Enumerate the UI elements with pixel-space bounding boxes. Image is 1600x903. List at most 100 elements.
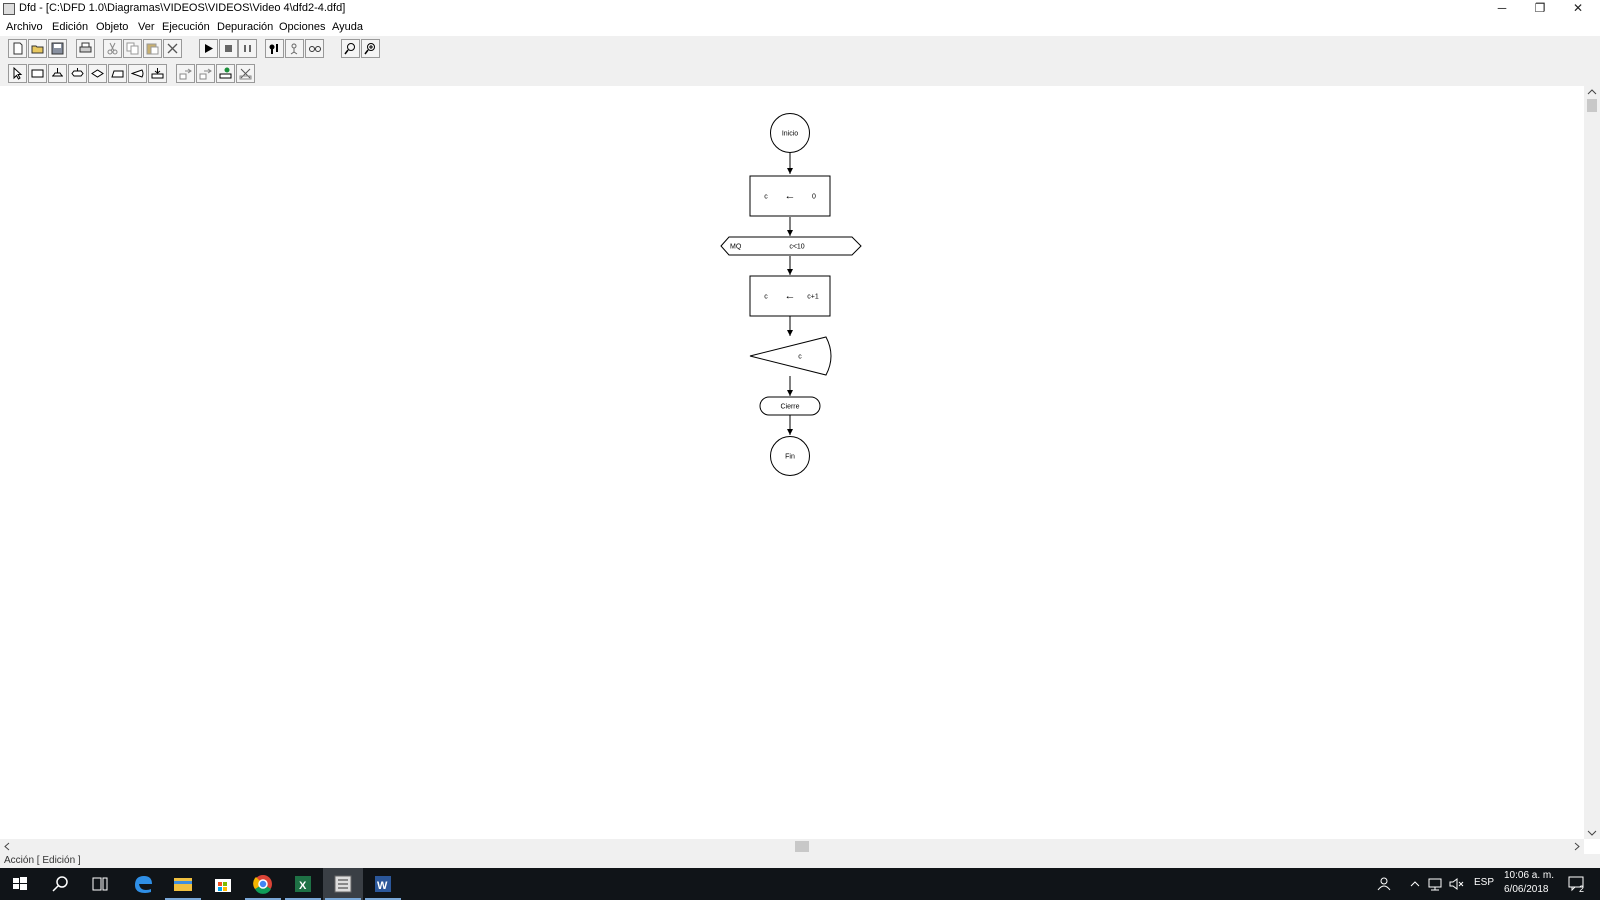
assign1-value: 0 <box>812 194 816 201</box>
menu-edicion[interactable]: Edición <box>52 21 88 33</box>
print-icon[interactable] <box>76 39 95 58</box>
remove-subroutine-icon[interactable] <box>236 64 255 83</box>
menu-bar: Archivo Edición Objeto Ver Ejecución Dep… <box>0 18 1600 36</box>
task-view-icon[interactable] <box>80 868 120 900</box>
horizontal-scroll-thumb[interactable] <box>795 841 809 852</box>
while-keyword: MQ <box>730 244 742 251</box>
scroll-down-icon[interactable] <box>1587 830 1597 836</box>
output-node[interactable]: c <box>749 336 832 376</box>
start-icon[interactable] <box>0 868 40 900</box>
vertical-scrollbar[interactable] <box>1584 86 1600 839</box>
while-node[interactable]: MQ c<10 <box>720 236 862 256</box>
arrow-head <box>787 429 793 435</box>
arrow-head <box>787 230 793 236</box>
select-pointer-icon[interactable] <box>8 64 27 83</box>
taskbar: X W ESP 10:06 a. m. 6/06/2018 2 <box>0 868 1600 900</box>
arrow-head <box>787 168 793 174</box>
menu-ejecucion[interactable]: Ejecución <box>162 21 210 33</box>
arrow-head <box>787 330 793 336</box>
save-icon[interactable] <box>48 39 67 58</box>
title-bar: Dfd - [C:\DFD 1.0\Diagramas\VIDEOS\VIDEO… <box>0 0 1600 18</box>
word-icon[interactable]: W <box>363 868 403 900</box>
menu-ver[interactable]: Ver <box>138 21 155 33</box>
arrow-head <box>787 269 793 275</box>
param-in-icon[interactable] <box>176 64 195 83</box>
start-label: Inicio <box>782 131 798 138</box>
flowchart: Inicio c ← 0 MQ c<10 c ← c+1 c Cierre Fi… <box>720 113 862 476</box>
param-out-icon[interactable] <box>196 64 215 83</box>
restore-button[interactable]: ❐ <box>1522 0 1558 18</box>
assignment-node-1[interactable]: c ← 0 <box>749 175 831 217</box>
subroutine-shape-icon[interactable] <box>148 64 167 83</box>
call-subroutine-icon[interactable] <box>216 64 235 83</box>
end-label: Fin <box>785 454 795 461</box>
write-shape-icon[interactable] <box>128 64 147 83</box>
new-file-icon[interactable] <box>8 39 27 58</box>
language-indicator[interactable]: ESP <box>1474 877 1494 888</box>
assign2-value: c+1 <box>807 294 819 301</box>
assignment-shape-icon[interactable] <box>28 64 47 83</box>
menu-ayuda[interactable]: Ayuda <box>332 21 363 33</box>
dfd-icon[interactable] <box>323 868 363 900</box>
assign2-arrow: ← <box>785 290 796 302</box>
file-explorer-icon[interactable] <box>163 868 203 900</box>
while-condition: c<10 <box>789 244 804 251</box>
cycle-shape-icon[interactable] <box>48 64 67 83</box>
delete-icon[interactable] <box>163 39 182 58</box>
svg-text:W: W <box>377 880 388 892</box>
step-debug-icon[interactable] <box>265 39 284 58</box>
menu-opciones[interactable]: Opciones <box>279 21 325 33</box>
search-icon[interactable] <box>40 868 80 900</box>
notification-count: 2 <box>1579 884 1585 894</box>
clock-time[interactable]: 10:06 a. m. <box>1504 870 1554 881</box>
scroll-up-icon[interactable] <box>1587 89 1597 95</box>
step-into-icon[interactable] <box>285 39 304 58</box>
close-button[interactable]: ✕ <box>1560 0 1596 18</box>
menu-archivo[interactable]: Archivo <box>6 21 43 33</box>
zoom-out-icon[interactable] <box>341 39 360 58</box>
minimize-button[interactable]: ─ <box>1484 0 1520 18</box>
main-toolbar <box>0 36 1600 62</box>
start-node[interactable]: Inicio <box>770 113 810 153</box>
edge-icon[interactable] <box>123 868 163 900</box>
scroll-left-icon[interactable] <box>4 842 10 851</box>
status-bar: Acción [ Edición ] <box>0 854 1600 868</box>
assignment-node-2[interactable]: c ← c+1 <box>749 275 831 317</box>
assign1-arrow: ← <box>785 190 796 202</box>
cut-icon[interactable] <box>103 39 122 58</box>
stop-icon[interactable] <box>219 39 238 58</box>
close-node[interactable]: Cierre <box>759 396 821 416</box>
pause-icon[interactable] <box>238 39 257 58</box>
run-icon[interactable] <box>199 39 218 58</box>
app-icon <box>3 3 15 15</box>
volume-muted-icon[interactable] <box>1448 877 1464 891</box>
while-shape-icon[interactable] <box>68 64 87 83</box>
open-folder-icon[interactable] <box>28 39 47 58</box>
vertical-scroll-thumb[interactable] <box>1587 99 1597 112</box>
assign2-var: c <box>764 294 768 301</box>
svg-text:X: X <box>299 880 307 892</box>
clock-date[interactable]: 6/06/2018 <box>1504 884 1549 895</box>
menu-depuracion[interactable]: Depuración <box>217 21 273 33</box>
store-icon[interactable] <box>203 868 243 900</box>
zoom-in-icon[interactable] <box>361 39 380 58</box>
chevron-up-icon[interactable] <box>1409 878 1421 890</box>
excel-icon[interactable]: X <box>283 868 323 900</box>
decision-shape-icon[interactable] <box>88 64 107 83</box>
network-icon[interactable] <box>1427 877 1443 891</box>
chrome-icon[interactable] <box>243 868 283 900</box>
assign1-var: c <box>764 194 768 201</box>
watch-icon[interactable] <box>305 39 324 58</box>
diagram-canvas[interactable]: Inicio c ← 0 MQ c<10 c ← c+1 c Cierre Fi… <box>0 86 1584 839</box>
output-label: c <box>798 354 802 361</box>
read-shape-icon[interactable] <box>108 64 127 83</box>
paste-icon[interactable] <box>143 39 162 58</box>
scroll-right-icon[interactable] <box>1574 842 1580 851</box>
horizontal-scrollbar[interactable] <box>0 839 1584 854</box>
arrow-head <box>787 390 793 396</box>
shapes-toolbar <box>0 62 1600 86</box>
people-icon[interactable] <box>1376 876 1392 892</box>
end-node[interactable]: Fin <box>770 436 810 476</box>
menu-objeto[interactable]: Objeto <box>96 21 128 33</box>
copy-icon[interactable] <box>123 39 142 58</box>
